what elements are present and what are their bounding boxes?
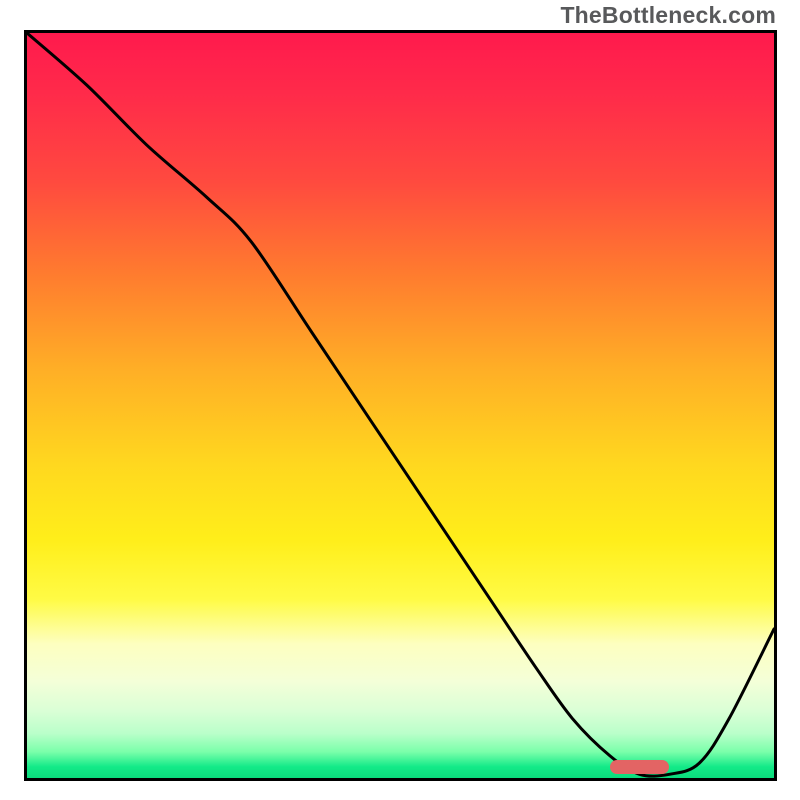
attribution-label: TheBottleneck.com [560,2,776,29]
bottleneck-chart: TheBottleneck.com [0,0,800,800]
bottleneck-curve [27,33,774,778]
optimum-marker [610,760,670,774]
curve-path [27,33,774,776]
plot-frame [24,30,777,781]
